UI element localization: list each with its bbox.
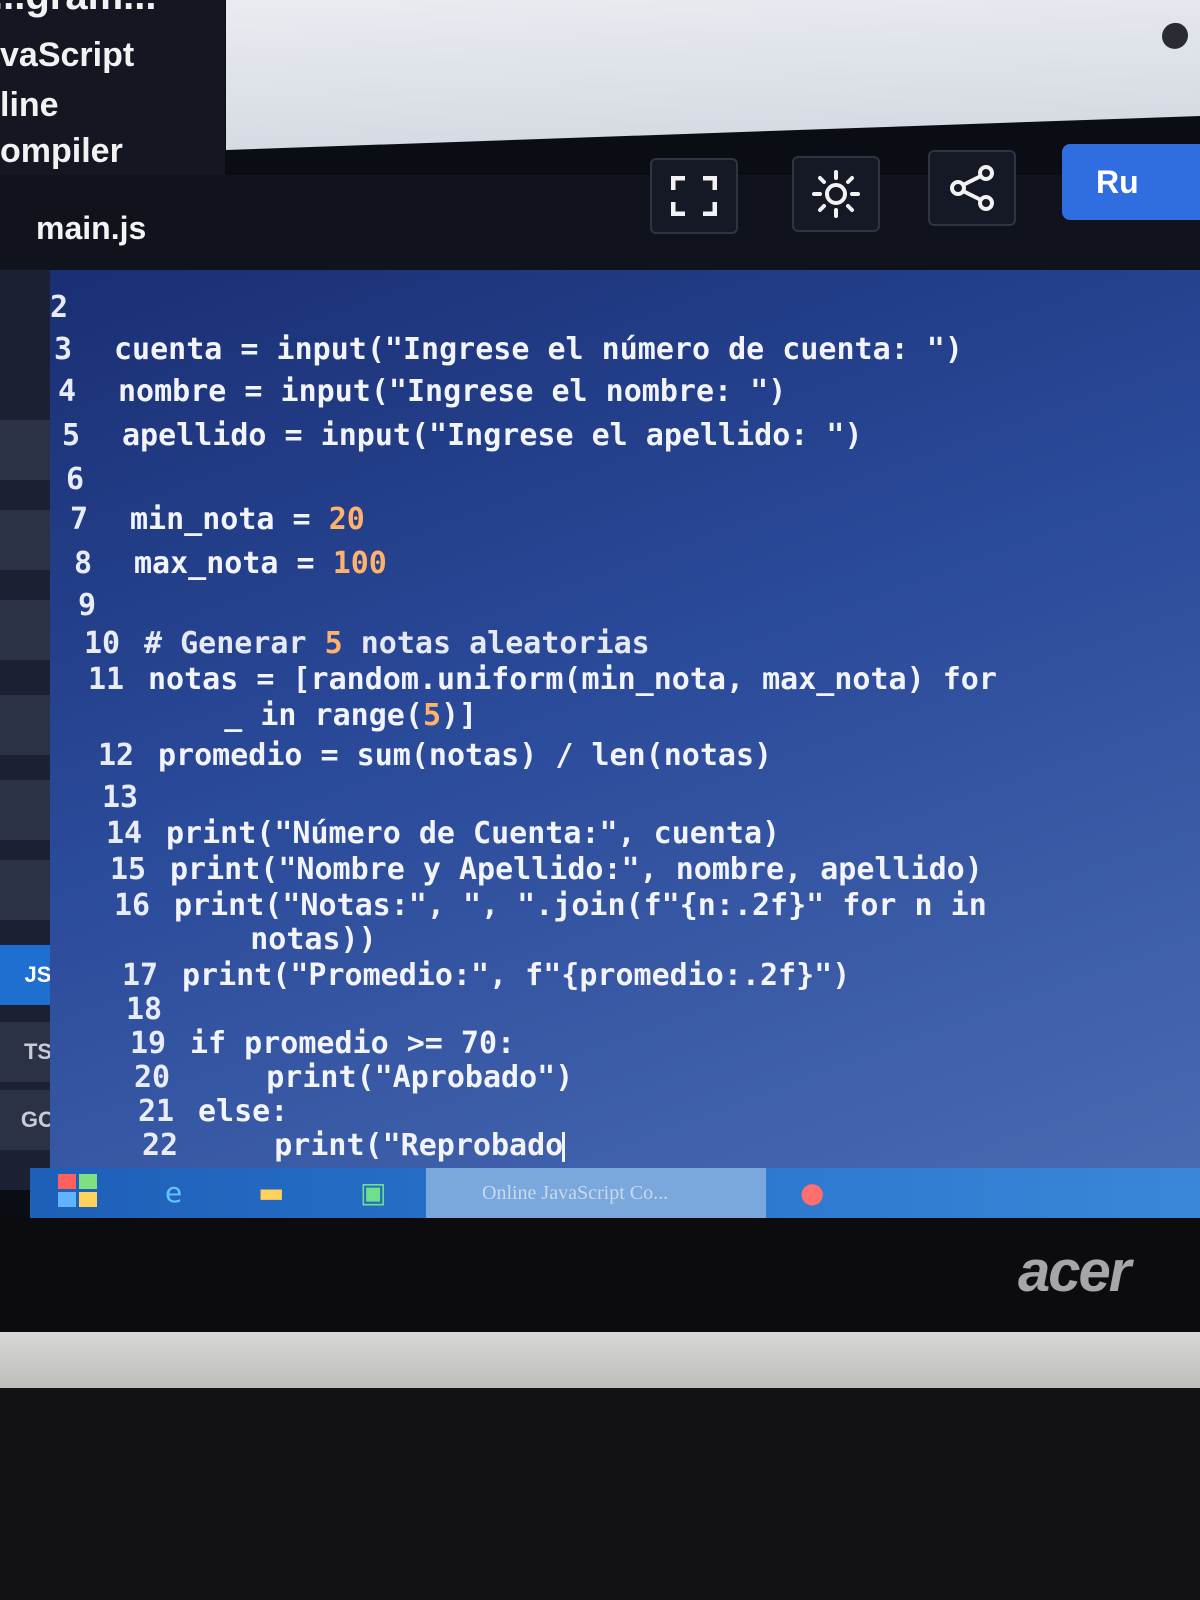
brand-title: ...gram... <box>0 0 157 19</box>
line-number: 11 <box>88 662 125 697</box>
code-line[interactable]: 22 print("Reprobado <box>142 1128 563 1163</box>
line-number: 7 <box>70 502 89 537</box>
code-line[interactable]: 5 apellido = input("Ingrese el apellido: … <box>62 418 863 453</box>
line-number: 4 <box>58 374 77 409</box>
code-text: promedio = sum(notas) / len(notas) <box>158 738 773 773</box>
line-number: 8 <box>74 546 93 581</box>
code-text: _ in range(5)] <box>152 698 478 733</box>
code-text: cuenta = input("Ingrese el número de cue… <box>114 332 963 367</box>
code-line[interactable]: 10 # Generar 5 notas aleatorias <box>84 626 650 661</box>
code-text: # Generar 5 notas aleatorias <box>144 626 650 661</box>
line-number: 6 <box>66 462 85 497</box>
line-number: 13 <box>102 780 139 815</box>
windows-taskbar: e ▬ ▣ Online JavaScript Co... ● <box>30 1168 1200 1218</box>
line-number: 22 <box>142 1128 179 1163</box>
line-number: 16 <box>114 888 151 923</box>
code-line[interactable]: 17 print("Promedio:", f"{promedio:.2f}") <box>122 958 850 993</box>
ad-banner <box>226 0 1200 151</box>
code-line[interactable]: 20 print("Aprobado") <box>134 1060 573 1095</box>
run-button[interactable]: Ru <box>1062 144 1200 220</box>
folder-icon[interactable]: ▬ <box>258 1176 284 1209</box>
code-text: print("Nombre y Apellido:", nombre, apel… <box>170 852 983 887</box>
share-button[interactable] <box>928 150 1016 226</box>
store-icon[interactable]: ▣ <box>360 1176 386 1209</box>
theme-toggle-button[interactable] <box>792 156 880 232</box>
code-line[interactable]: 14 print("Número de Cuenta:", cuenta) <box>106 816 780 851</box>
line-number: 20 <box>134 1060 171 1095</box>
line-number: 2 <box>50 290 69 325</box>
code-text: print("Promedio:", f"{promedio:.2f}") <box>182 958 851 993</box>
code-text: notas)) <box>178 922 377 957</box>
line-number: 3 <box>54 332 73 367</box>
fullscreen-button[interactable] <box>650 158 738 234</box>
code-line[interactable]: 3 cuenta = input("Ingrese el número de cu… <box>54 332 963 367</box>
code-text: nombre = input("Ingrese el nombre: ") <box>118 374 787 409</box>
code-line[interactable]: notas)) <box>118 922 377 957</box>
code-text: if promedio >= 70: <box>190 1026 516 1061</box>
code-line[interactable]: 7 min_nota = 20 <box>70 502 365 537</box>
code-line[interactable]: 16 print("Notas:", ", ".join(f"{n:.2f}" f… <box>114 888 987 923</box>
line-number: 14 <box>106 816 143 851</box>
code-line[interactable]: 12 promedio = sum(notas) / len(notas) <box>98 738 772 773</box>
share-icon <box>950 165 994 211</box>
code-text: print("Notas:", ", ".join(f"{n:.2f}" for… <box>174 888 987 923</box>
fullscreen-icon <box>671 176 717 216</box>
sun-icon <box>812 170 860 218</box>
code-line[interactable]: 13 <box>102 780 162 815</box>
editor-toolbar <box>0 175 1200 270</box>
code-line[interactable]: 8 max_nota = 100 <box>74 546 387 581</box>
text-cursor <box>562 1132 565 1162</box>
code-line[interactable]: 11 notas = [random.uniform(min_nota, max_… <box>88 662 997 697</box>
line-number: 10 <box>84 626 121 661</box>
laptop-hinge <box>0 1332 1200 1388</box>
line-number: 21 <box>138 1094 175 1129</box>
code-text: print("Número de Cuenta:", cuenta) <box>166 816 781 851</box>
code-line[interactable]: 18 <box>126 992 186 1027</box>
file-tab-main-js[interactable]: main.js <box>36 210 146 247</box>
line-number: 12 <box>98 738 135 773</box>
internet-explorer-icon[interactable]: e <box>165 1176 182 1209</box>
line-number: 9 <box>78 588 97 623</box>
windows-start-icon[interactable] <box>58 1174 98 1215</box>
chrome-icon[interactable]: ● <box>800 1176 824 1209</box>
code-line[interactable]: 4 nombre = input("Ingrese el nombre: ") <box>58 374 786 409</box>
code-text: print("Aprobado") <box>194 1060 574 1095</box>
code-text: min_nota = 20 <box>130 502 365 537</box>
code-text: print("Reprobado <box>202 1128 564 1163</box>
laptop-keyboard <box>0 1390 1200 1600</box>
line-number: 5 <box>62 418 81 453</box>
code-line[interactable]: 21 else: <box>138 1094 288 1129</box>
code-text: else: <box>198 1094 289 1129</box>
laptop-logo: acer <box>1018 1239 1131 1304</box>
code-line[interactable]: 15 print("Nombre y Apellido:", nombre, ap… <box>110 852 983 887</box>
code-editor[interactable]: 2 3 cuenta = input("Ingrese el número de c… <box>50 270 1200 1190</box>
code-text: max_nota = 100 <box>134 546 387 581</box>
line-number: 15 <box>110 852 147 887</box>
code-text: apellido = input("Ingrese el apellido: "… <box>122 418 863 453</box>
code-line[interactable]: 9 <box>78 588 138 623</box>
code-line[interactable]: _ in range(5)] <box>92 698 477 733</box>
banner-dot-icon <box>1162 22 1188 50</box>
line-number: 18 <box>126 992 163 1027</box>
code-line[interactable]: 6 <box>66 462 126 497</box>
code-text: notas = [random.uniform(min_nota, max_no… <box>148 662 997 697</box>
laptop-screen: ...gram... vaScript line ompiler main.js <box>0 0 1200 1235</box>
brand-subtitle-line-2: line <box>0 86 59 124</box>
taskbar-active-window[interactable]: Online JavaScript Co... <box>426 1168 766 1218</box>
brand-subtitle-line-1: vaScript <box>0 36 135 74</box>
line-number: 19 <box>130 1026 167 1061</box>
brand-subtitle-line-3: ompiler <box>0 132 123 170</box>
code-line[interactable]: 19 if promedio >= 70: <box>130 1026 515 1061</box>
code-line[interactable]: 2 <box>50 290 110 325</box>
line-number: 17 <box>122 958 159 993</box>
